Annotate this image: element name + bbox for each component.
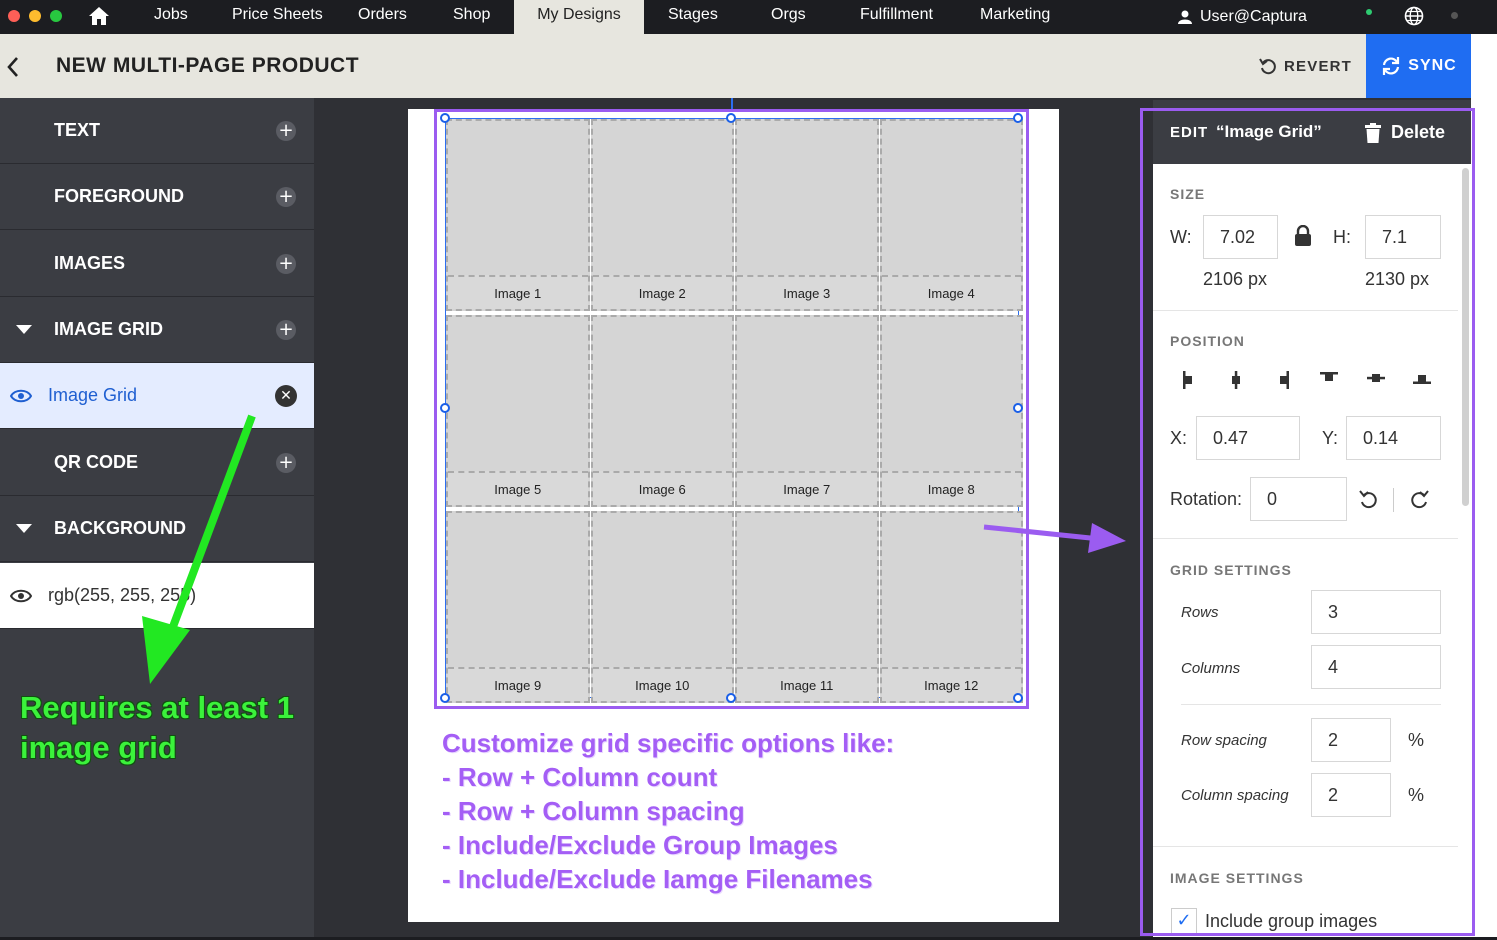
size-heading: SIZE xyxy=(1170,186,1206,202)
revert-button[interactable]: REVERT xyxy=(1258,56,1352,76)
align-center-horizontal-icon[interactable] xyxy=(1228,370,1244,390)
column-spacing-label: Column spacing xyxy=(1181,787,1289,804)
height-input[interactable]: 7.1 xyxy=(1365,215,1441,259)
align-bottom-icon[interactable] xyxy=(1412,370,1432,386)
edit-element-name: “Image Grid” xyxy=(1216,122,1322,141)
sync-icon xyxy=(1383,57,1400,75)
status-dot-icon xyxy=(1366,9,1372,15)
resize-handle[interactable] xyxy=(440,113,450,123)
grid-settings-heading: GRID SETTINGS xyxy=(1170,562,1292,578)
divider xyxy=(1153,846,1458,847)
user-name: User@Captura xyxy=(1200,8,1307,25)
revert-label: REVERT xyxy=(1284,57,1353,75)
properties-panel: EDIT “Image Grid” Delete SIZE W: 7.02 H:… xyxy=(1153,100,1471,940)
rotate-right-icon[interactable] xyxy=(1408,489,1430,511)
nav-marketing[interactable]: Marketing xyxy=(980,0,1050,34)
width-label: W: xyxy=(1170,227,1192,247)
highlight-frame xyxy=(434,109,1029,709)
width-input[interactable]: 7.02 xyxy=(1203,215,1278,259)
user-icon xyxy=(1178,10,1192,24)
nav-my-designs[interactable]: My Designs xyxy=(514,0,644,34)
columns-label: Columns xyxy=(1181,660,1241,677)
rotation-input[interactable]: 0 xyxy=(1250,477,1347,521)
x-input[interactable]: 0.47 xyxy=(1196,416,1300,460)
annotation-line: Customize grid specific options like: xyxy=(442,728,895,758)
requirement-annotation: Requires at least 1 image grid xyxy=(20,688,294,768)
resize-handle[interactable] xyxy=(1013,403,1023,413)
divider xyxy=(1153,538,1458,539)
column-spacing-input[interactable]: 2 xyxy=(1311,773,1391,817)
position-heading: POSITION xyxy=(1170,333,1245,349)
window-edge xyxy=(1471,34,1497,940)
nav-orders[interactable]: Orders xyxy=(358,0,407,34)
purple-arrow-annotation xyxy=(983,523,1126,553)
user-menu[interactable]: User@Captura xyxy=(1178,0,1307,34)
lock-icon[interactable] xyxy=(1294,225,1312,247)
row-spacing-unit: % xyxy=(1408,730,1425,750)
columns-input[interactable]: 4 xyxy=(1311,645,1441,689)
row-spacing-input[interactable]: 2 xyxy=(1311,718,1391,762)
nav-fulfillment[interactable]: Fulfillment xyxy=(860,0,933,34)
width-px: 2106 px xyxy=(1203,269,1268,289)
annotation-line: image grid xyxy=(20,730,177,765)
rotate-left-icon[interactable] xyxy=(1358,489,1380,511)
row-spacing-label: Row spacing xyxy=(1181,732,1267,749)
height-px: 2130 px xyxy=(1365,269,1430,289)
green-arrow-annotation xyxy=(142,414,256,684)
nav-shop[interactable]: Shop xyxy=(453,0,490,34)
align-middle-vertical-icon[interactable] xyxy=(1366,370,1386,386)
align-left-icon[interactable] xyxy=(1181,370,1197,390)
divider xyxy=(1153,310,1458,311)
resize-handle[interactable] xyxy=(1013,693,1023,703)
include-group-images-checkbox[interactable]: ✓ xyxy=(1171,908,1197,934)
image-settings-heading: IMAGE SETTINGS xyxy=(1170,870,1304,886)
divider xyxy=(1393,488,1394,512)
align-top-icon[interactable] xyxy=(1319,370,1339,386)
include-group-images-label: Include group images xyxy=(1205,911,1378,931)
annotation-line: - Include/Exclude Group Images xyxy=(442,830,838,860)
resize-handle[interactable] xyxy=(440,403,450,413)
panel-header: EDIT “Image Grid” Delete xyxy=(1153,100,1471,164)
height-label: H: xyxy=(1333,227,1351,247)
nav-stages[interactable]: Stages xyxy=(668,0,718,34)
trash-icon xyxy=(1365,122,1381,143)
sync-label: SYNC xyxy=(1408,57,1457,74)
nav-orgs[interactable]: Orgs xyxy=(771,0,806,34)
column-spacing-unit: % xyxy=(1408,785,1425,805)
resize-handle[interactable] xyxy=(726,693,736,703)
x-label: X: xyxy=(1170,428,1188,448)
annotation-line: Requires at least 1 xyxy=(20,690,294,725)
edit-label: EDIT xyxy=(1170,124,1209,141)
annotation-line: - Include/Exclude Iamge Filenames xyxy=(442,864,873,894)
divider xyxy=(1181,704,1441,705)
globe-icon[interactable] xyxy=(1404,6,1424,31)
delete-label: Delete xyxy=(1391,122,1446,142)
status-dot-icon xyxy=(1451,12,1458,19)
y-label: Y: xyxy=(1322,428,1339,448)
align-right-icon[interactable] xyxy=(1275,370,1291,390)
annotation-line: - Row + Column count xyxy=(442,762,718,792)
resize-handle[interactable] xyxy=(1013,113,1023,123)
annotation-line: - Row + Column spacing xyxy=(442,796,745,826)
rotation-label: Rotation: xyxy=(1170,489,1243,509)
resize-handle[interactable] xyxy=(726,113,736,123)
delete-button[interactable]: Delete xyxy=(1365,122,1445,143)
resize-handle[interactable] xyxy=(440,693,450,703)
sync-button[interactable]: SYNC xyxy=(1366,34,1471,98)
y-input[interactable]: 0.14 xyxy=(1346,416,1441,460)
panel-scrollbar[interactable] xyxy=(1462,168,1469,506)
undo-icon xyxy=(1259,58,1276,75)
rows-input[interactable]: 3 xyxy=(1311,590,1441,634)
grid-options-annotation: Customize grid specific options like: - … xyxy=(442,726,894,896)
rows-label: Rows xyxy=(1181,604,1219,621)
